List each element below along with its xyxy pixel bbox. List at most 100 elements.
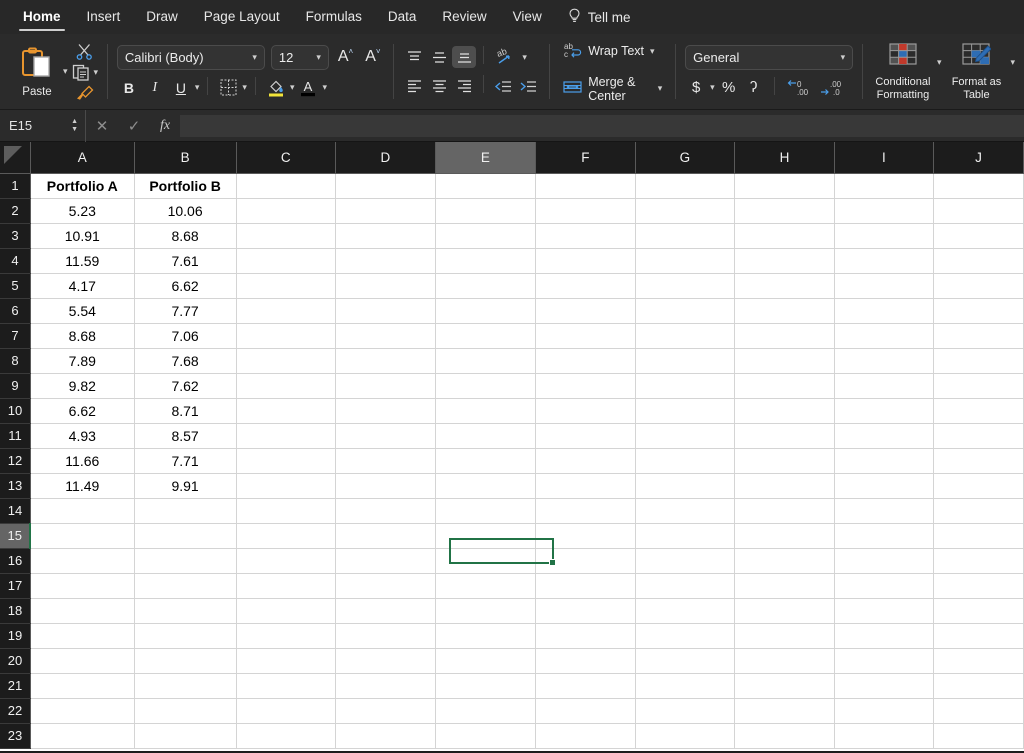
cell-E1[interactable] — [435, 173, 537, 199]
cell-F11[interactable] — [535, 423, 636, 449]
cell-A15[interactable] — [30, 523, 135, 549]
cell-G16[interactable] — [635, 548, 736, 574]
cell-D16[interactable] — [335, 548, 436, 574]
cell-F8[interactable] — [535, 348, 636, 374]
cell-H4[interactable] — [734, 248, 835, 274]
cell-H5[interactable] — [734, 273, 835, 299]
merge-center-button[interactable]: Merge & Center ▾ — [559, 73, 666, 105]
currency-button[interactable]: $ — [685, 79, 707, 96]
cell-B17[interactable] — [134, 573, 237, 599]
cell-H8[interactable] — [734, 348, 835, 374]
menu-item-home[interactable]: Home — [10, 0, 74, 34]
column-header-h[interactable]: H — [734, 142, 835, 174]
cell-I2[interactable] — [834, 198, 935, 224]
cell-G6[interactable] — [635, 298, 736, 324]
cell-J17[interactable] — [933, 573, 1024, 599]
cell-D4[interactable] — [335, 248, 436, 274]
cell-D14[interactable] — [335, 498, 436, 524]
cell-F22[interactable] — [535, 698, 636, 724]
cell-G12[interactable] — [635, 448, 736, 474]
cell-I14[interactable] — [834, 498, 935, 524]
row-header-22[interactable]: 22 — [0, 698, 31, 724]
cell-C3[interactable] — [236, 223, 337, 249]
cell-A14[interactable] — [30, 498, 135, 524]
cell-I6[interactable] — [834, 298, 935, 324]
cell-E2[interactable] — [435, 198, 537, 224]
font-size-select[interactable]: 12 ▾ — [270, 44, 329, 70]
cut-button[interactable] — [75, 43, 94, 60]
cell-G21[interactable] — [635, 673, 736, 699]
cell-J6[interactable] — [933, 298, 1024, 324]
cell-G5[interactable] — [635, 273, 736, 299]
cell-F6[interactable] — [535, 298, 636, 324]
cell-C6[interactable] — [236, 298, 337, 324]
name-box[interactable]: E15 ▲ ▼ — [0, 109, 86, 142]
cell-C16[interactable] — [236, 548, 337, 574]
cell-I13[interactable] — [834, 473, 935, 499]
cell-H9[interactable] — [734, 373, 835, 399]
cell-B13[interactable]: 9.91 — [134, 473, 237, 499]
cell-J2[interactable] — [933, 198, 1024, 224]
cell-F18[interactable] — [535, 598, 636, 624]
cell-A6[interactable]: 5.54 — [30, 298, 135, 324]
cell-B4[interactable]: 7.61 — [134, 248, 237, 274]
row-header-10[interactable]: 10 — [0, 398, 31, 424]
cell-B14[interactable] — [134, 498, 237, 524]
cell-I16[interactable] — [834, 548, 935, 574]
cell-D10[interactable] — [335, 398, 436, 424]
column-header-c[interactable]: C — [236, 142, 337, 174]
decrease-font-size-button[interactable]: A ˅ — [362, 48, 383, 66]
cell-G17[interactable] — [635, 573, 736, 599]
decrease-indent-button[interactable] — [491, 75, 515, 97]
cell-G4[interactable] — [635, 248, 736, 274]
cell-I9[interactable] — [834, 373, 935, 399]
cell-E6[interactable] — [435, 298, 537, 324]
cell-H18[interactable] — [734, 598, 835, 624]
cell-B16[interactable] — [134, 548, 237, 574]
cell-D17[interactable] — [335, 573, 436, 599]
comma-button[interactable]: ʔ — [743, 79, 765, 96]
fill-color-dropdown-icon[interactable]: ▾ — [290, 83, 295, 92]
cell-H20[interactable] — [734, 648, 835, 674]
cell-E11[interactable] — [435, 423, 537, 449]
cell-J18[interactable] — [933, 598, 1024, 624]
cell-A7[interactable]: 8.68 — [30, 323, 135, 349]
conditional-formatting-button[interactable]: Conditional Formatting — [872, 42, 934, 101]
cell-J22[interactable] — [933, 698, 1024, 724]
row-header-11[interactable]: 11 — [0, 423, 31, 449]
cell-G8[interactable] — [635, 348, 736, 374]
cell-A13[interactable]: 11.49 — [30, 473, 135, 499]
column-header-e[interactable]: E — [435, 142, 537, 174]
insert-function-button[interactable]: fx — [150, 118, 180, 134]
font-name-select[interactable]: Calibri (Body) ▾ — [116, 44, 265, 70]
underline-dropdown-icon[interactable]: ▾ — [195, 83, 200, 92]
cell-J7[interactable] — [933, 323, 1024, 349]
cell-F20[interactable] — [535, 648, 636, 674]
align-top-button[interactable] — [402, 46, 426, 68]
cell-B5[interactable]: 6.62 — [134, 273, 237, 299]
currency-dropdown-icon[interactable]: ▾ — [710, 83, 715, 92]
cell-J23[interactable] — [933, 723, 1024, 749]
merge-center-dropdown-icon[interactable]: ▾ — [658, 84, 663, 93]
cell-H7[interactable] — [734, 323, 835, 349]
cell-E23[interactable] — [435, 723, 537, 749]
cell-C2[interactable] — [236, 198, 337, 224]
cell-D7[interactable] — [335, 323, 436, 349]
increase-indent-button[interactable] — [516, 75, 540, 97]
cell-F10[interactable] — [535, 398, 636, 424]
align-left-button[interactable] — [402, 75, 426, 97]
cell-J8[interactable] — [933, 348, 1024, 374]
cell-G13[interactable] — [635, 473, 736, 499]
cell-H17[interactable] — [734, 573, 835, 599]
cell-I22[interactable] — [834, 698, 935, 724]
cell-A5[interactable]: 4.17 — [30, 273, 135, 299]
cell-D18[interactable] — [335, 598, 436, 624]
cell-E8[interactable] — [435, 348, 537, 374]
row-header-19[interactable]: 19 — [0, 623, 31, 649]
cell-H15[interactable] — [734, 523, 835, 549]
cell-D15[interactable] — [335, 523, 436, 549]
italic-button[interactable]: I — [143, 77, 167, 99]
fill-handle[interactable] — [549, 559, 556, 566]
cell-G18[interactable] — [635, 598, 736, 624]
cell-B8[interactable]: 7.68 — [134, 348, 237, 374]
